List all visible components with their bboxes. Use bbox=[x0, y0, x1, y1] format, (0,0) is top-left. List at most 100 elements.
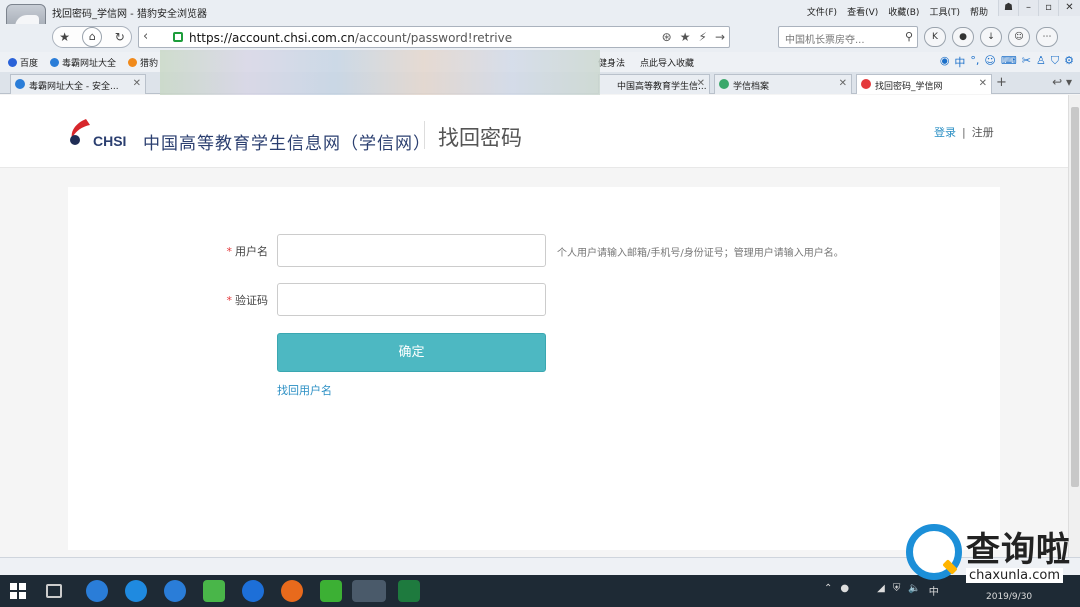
menu-favorites[interactable]: 收藏(B) bbox=[888, 5, 919, 18]
duba-tab-icon bbox=[15, 79, 25, 89]
qq-icon[interactable]: ◉ bbox=[940, 54, 950, 70]
shirt-icon[interactable]: ⛉ bbox=[1051, 54, 1059, 70]
k-extension-icon[interactable]: K bbox=[924, 27, 946, 47]
shield-icon[interactable]: ⛨ bbox=[893, 583, 901, 598]
header-divider bbox=[424, 121, 425, 149]
bookmark-duba[interactable]: 毒霸网址大全 bbox=[50, 56, 116, 69]
browser-nav-bar: ★ ⌂ ↻ ‹ https://account.chsi.com.cn/acco… bbox=[0, 24, 1080, 52]
browser-title-bar: 找回密码_学信网 - 猎豹安全浏览器 文件(F) 查看(V) 收藏(B) 工具(… bbox=[0, 0, 1080, 44]
watermark-cn: 查询啦 bbox=[966, 530, 1071, 570]
tab-history-icon[interactable]: ↩ ▾ bbox=[1052, 75, 1072, 89]
account-links: 登录 | 注册 bbox=[934, 124, 994, 140]
iqiyi-icon[interactable] bbox=[203, 580, 225, 602]
compat-mode-icon[interactable]: ⊛ bbox=[662, 30, 672, 44]
confirm-button[interactable]: 确定 bbox=[277, 333, 546, 372]
search-box[interactable]: 中国机长票房夺... ⚲ bbox=[778, 26, 918, 48]
site-name[interactable]: 中国高等教育学生信息网（学信网） bbox=[143, 129, 431, 154]
user-icon[interactable]: ♙ bbox=[1036, 54, 1046, 70]
menu-file[interactable]: 文件(F) bbox=[807, 5, 837, 18]
liebao-icon bbox=[128, 58, 137, 67]
chsi-logo-text: CHSI bbox=[93, 133, 127, 149]
emoji-icon[interactable]: ☺ bbox=[984, 54, 995, 70]
tab-xuexin-archive[interactable]: 学信档案 ✕ bbox=[714, 74, 852, 94]
chsi-tab-icon bbox=[861, 79, 871, 89]
scissors-icon[interactable]: ✂ bbox=[1022, 54, 1031, 70]
favorite-star-icon[interactable]: ★ bbox=[59, 30, 70, 44]
skin-icon[interactable]: ☗ bbox=[998, 0, 1018, 16]
chsi-logo-icon[interactable] bbox=[66, 117, 94, 147]
ie-browser-icon[interactable] bbox=[86, 580, 108, 602]
bookmark-star-icon[interactable]: ★ bbox=[680, 30, 691, 44]
address-bar[interactable]: ‹ https://account.chsi.com.cn/account/pa… bbox=[138, 26, 730, 48]
menu-tools[interactable]: 工具(T) bbox=[929, 5, 960, 18]
close-window-icon[interactable]: ✕ bbox=[1058, 0, 1080, 16]
restore-icon[interactable]: ▫ bbox=[1038, 0, 1058, 16]
punctuation-icon[interactable]: °, bbox=[970, 54, 979, 70]
bookmark-liebao[interactable]: 猎豹 bbox=[128, 56, 158, 69]
wechat-icon[interactable] bbox=[320, 580, 342, 602]
edge-icon[interactable] bbox=[164, 580, 186, 602]
go-arrow-icon[interactable]: → bbox=[715, 30, 725, 44]
retrieve-username-link[interactable]: 找回用户名 bbox=[277, 382, 332, 398]
bookmark-fitness[interactable]: 健身法 bbox=[598, 56, 625, 69]
k-app-icon[interactable] bbox=[242, 580, 264, 602]
back-icon[interactable]: ‹ bbox=[143, 29, 148, 44]
search-icon[interactable]: ⚲ bbox=[905, 30, 913, 43]
tray-app-icon[interactable]: ● bbox=[840, 583, 849, 598]
toolbar-extensions: K ● ↓ ☺ ⋯ bbox=[924, 27, 1058, 47]
url-text[interactable]: https://account.chsi.com.cn/account/pass… bbox=[189, 31, 512, 45]
browser-menu: 文件(F) 查看(V) 收藏(B) 工具(T) 帮助 bbox=[807, 5, 988, 18]
task-view-icon[interactable] bbox=[46, 584, 62, 598]
close-tab-icon[interactable]: ✕ bbox=[839, 78, 847, 89]
chaxunla-watermark: 查询啦 chaxunla.com bbox=[902, 520, 1080, 586]
watermark-en: chaxunla.com bbox=[966, 568, 1063, 583]
close-tab-icon[interactable]: ✕ bbox=[133, 78, 141, 89]
login-link[interactable]: 登录 bbox=[934, 126, 956, 139]
scrollbar-thumb[interactable] bbox=[1071, 107, 1079, 487]
more-menu-icon[interactable]: ⋯ bbox=[1036, 27, 1058, 47]
network-icon[interactable]: ◢ bbox=[877, 583, 885, 598]
duba-icon bbox=[50, 58, 59, 67]
excel-icon[interactable] bbox=[398, 580, 420, 602]
refresh-icon[interactable]: ↻ bbox=[115, 30, 125, 44]
tray-expand-icon[interactable]: ⌃ bbox=[824, 583, 832, 598]
lightning-icon[interactable]: ⚡ bbox=[699, 30, 707, 44]
baidu-paw-icon bbox=[8, 58, 17, 67]
register-link[interactable]: 注册 bbox=[972, 126, 994, 139]
ime-icon[interactable]: 中 bbox=[954, 54, 965, 70]
tab-duba[interactable]: 毒霸网址大全 - 安全... ✕ bbox=[10, 74, 146, 94]
captcha-label: * 验证码 bbox=[226, 294, 269, 307]
new-tab-button[interactable]: + bbox=[996, 75, 1007, 90]
menu-view[interactable]: 查看(V) bbox=[847, 5, 878, 18]
blurred-region bbox=[160, 50, 600, 96]
magnifier-logo-icon bbox=[906, 524, 962, 580]
link-separator: | bbox=[962, 126, 966, 139]
screen: { "browser": { "window_title": "找回密码_学信网… bbox=[0, 0, 1080, 607]
settings-icon[interactable]: ⚙ bbox=[1064, 54, 1074, 70]
tab-chsi[interactable]: 中国高等教育学生信... ✕ bbox=[598, 74, 710, 94]
captcha-input[interactable] bbox=[277, 283, 546, 316]
games-icon[interactable]: ☺ bbox=[1008, 27, 1030, 47]
page-scrollbar[interactable] bbox=[1068, 95, 1080, 557]
bookmark-baidu[interactable]: 百度 bbox=[8, 56, 38, 69]
home-icon[interactable]: ⌂ bbox=[82, 27, 103, 47]
close-tab-icon[interactable]: ✕ bbox=[979, 78, 987, 89]
lock-extension-icon[interactable]: ● bbox=[952, 27, 974, 47]
username-hint: 个人用户请输入邮箱/手机号/身份证号；管理用户请输入用户名。 bbox=[557, 248, 844, 259]
page-title: 找回密码 bbox=[438, 126, 522, 150]
tab-retrieve-password[interactable]: 找回密码_学信网 ✕ bbox=[856, 74, 992, 94]
nav-button-group: ★ ⌂ ↻ bbox=[52, 26, 132, 48]
windows-start-icon[interactable] bbox=[10, 583, 26, 599]
liebao-browser-task[interactable] bbox=[352, 580, 386, 602]
keyboard-icon[interactable]: ⌨ bbox=[1001, 54, 1017, 70]
bookmark-import[interactable]: 点此导入收藏 bbox=[640, 56, 694, 69]
firefox-icon[interactable] bbox=[281, 580, 303, 602]
taskbar-date[interactable]: 2019/9/30 bbox=[986, 592, 1032, 602]
address-bar-icons: ⊛ ★ ⚡ → bbox=[662, 30, 725, 44]
minimize-icon[interactable]: – bbox=[1018, 0, 1038, 16]
username-input[interactable] bbox=[277, 234, 546, 267]
menu-help[interactable]: 帮助 bbox=[970, 5, 988, 18]
sogou-icon[interactable] bbox=[125, 580, 147, 602]
download-icon[interactable]: ↓ bbox=[980, 27, 1002, 47]
close-tab-icon[interactable]: ✕ bbox=[697, 78, 705, 89]
